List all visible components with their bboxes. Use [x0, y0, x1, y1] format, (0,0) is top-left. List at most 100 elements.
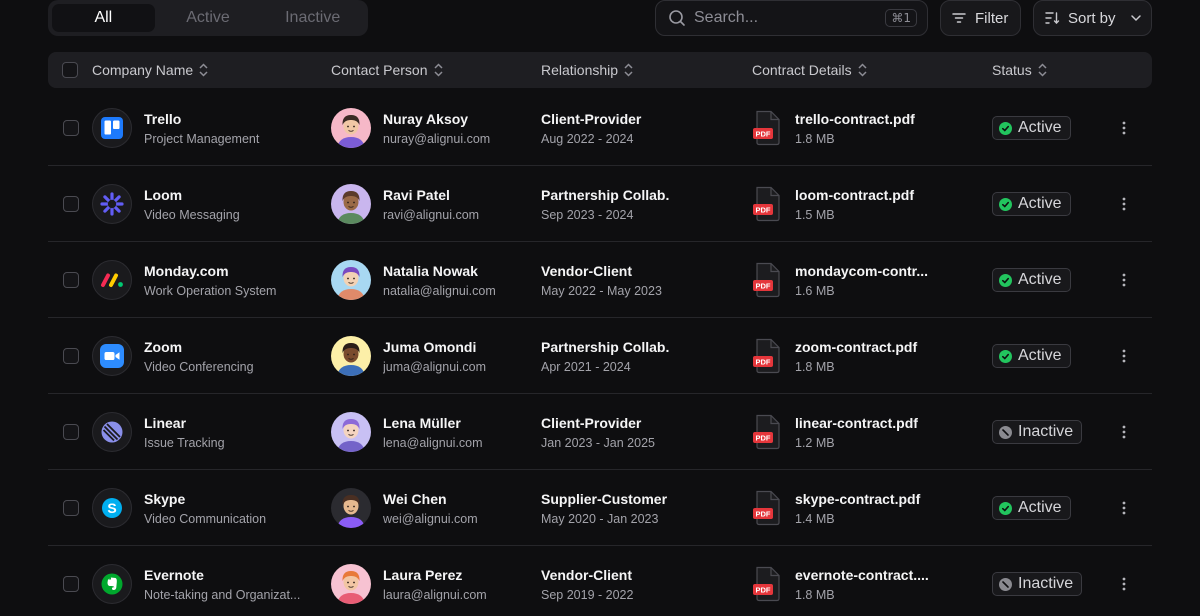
contract-cell: mondaycom-contr... 1.6 MB	[795, 262, 935, 300]
contract-file-name[interactable]: linear-contract.pdf	[795, 414, 935, 432]
relationship-type: Vendor-Client	[541, 263, 633, 279]
company-description: Issue Tracking	[144, 436, 225, 450]
more-vertical-icon	[1122, 197, 1126, 211]
relationship-cell: Client-Provider Aug 2022 - 2024	[541, 110, 731, 148]
contract-file-size: 1.8 MB	[795, 360, 835, 374]
table-row[interactable]: Evernote Note-taking and Organizat... Laur…	[48, 546, 1152, 616]
column-header-company[interactable]: Company Name	[92, 52, 208, 88]
contract-file-name[interactable]: loom-contract.pdf	[795, 186, 935, 204]
row-checkbox[interactable]	[63, 424, 79, 440]
tab-all[interactable]: All	[52, 4, 155, 32]
contact-cell: Ravi Patel ravi@alignui.com	[383, 186, 543, 224]
company-description: Note-taking and Organizat...	[144, 588, 301, 602]
contact-cell: Lena Müller lena@alignui.com	[383, 414, 543, 452]
zoom-logo-icon	[92, 336, 132, 376]
evernote-logo-icon	[92, 564, 132, 604]
contact-cell: Nuray Aksoy nuray@alignui.com	[383, 110, 543, 148]
row-checkbox[interactable]	[63, 196, 79, 212]
column-header-label: Contract Details	[752, 62, 852, 78]
sort-arrows-icon	[199, 63, 208, 77]
search-shortcut: ⌘1	[885, 9, 917, 27]
row-checkbox[interactable]	[63, 576, 79, 592]
table-row[interactable]: S Skype Video Communication Wei Chen wei@ali…	[48, 470, 1152, 546]
table-row[interactable]: Monday.com Work Operation System Natalia N…	[48, 242, 1152, 318]
column-header-label: Contact Person	[331, 62, 428, 78]
row-actions-button[interactable]	[1112, 194, 1136, 214]
contact-email[interactable]: lena@alignui.com	[383, 434, 543, 452]
contact-email[interactable]: nuray@alignui.com	[383, 130, 543, 148]
pdf-file-icon[interactable]: PDF	[752, 186, 782, 222]
select-all-checkbox[interactable]	[62, 62, 78, 78]
table-row[interactable]: Linear Issue Tracking Lena Müller lena@alig…	[48, 394, 1152, 470]
row-checkbox[interactable]	[63, 120, 79, 136]
column-header-label: Company Name	[92, 62, 194, 78]
company-name: Loom	[144, 187, 183, 203]
row-actions-button[interactable]	[1112, 118, 1136, 138]
contact-email[interactable]: juma@alignui.com	[383, 358, 543, 376]
svg-text:PDF: PDF	[756, 130, 771, 139]
status-badge: Active	[992, 268, 1071, 292]
company-name: Monday.com	[144, 263, 229, 279]
contract-file-name[interactable]: skype-contract.pdf	[795, 490, 935, 508]
contact-email[interactable]: natalia@alignui.com	[383, 282, 543, 300]
relationship-cell: Supplier-Customer May 2020 - Jan 2023	[541, 490, 731, 528]
search-input[interactable]	[694, 9, 886, 27]
tab-inactive[interactable]: Inactive	[261, 4, 364, 32]
pdf-file-icon[interactable]: PDF	[752, 262, 782, 298]
pdf-file-icon[interactable]: PDF	[752, 110, 782, 146]
more-vertical-icon	[1122, 273, 1126, 287]
status-badge: Active	[992, 496, 1071, 520]
contract-cell: linear-contract.pdf 1.2 MB	[795, 414, 935, 452]
svg-text:PDF: PDF	[756, 282, 771, 291]
table-row[interactable]: Loom Video Messaging Ravi Patel ravi@alignu…	[48, 166, 1152, 242]
row-actions-button[interactable]	[1112, 498, 1136, 518]
filter-button[interactable]: Filter	[940, 0, 1021, 36]
column-header-contact[interactable]: Contact Person	[331, 52, 443, 88]
pdf-file-icon[interactable]: PDF	[752, 566, 782, 602]
status-badge: Inactive	[992, 420, 1083, 444]
table-row[interactable]: Trello Project Management Nuray Aksoy nuray…	[48, 90, 1152, 166]
avatar	[331, 412, 371, 452]
search-box[interactable]: ⌘1	[655, 0, 928, 36]
column-header-relationship[interactable]: Relationship	[541, 52, 633, 88]
status-badge: Active	[992, 192, 1071, 216]
more-vertical-icon	[1122, 121, 1126, 135]
company-description: Video Conferencing	[144, 360, 254, 374]
contract-file-size: 1.6 MB	[795, 284, 835, 298]
relationship-period: Aug 2022 - 2024	[541, 132, 634, 146]
contract-file-name[interactable]: evernote-contract....	[795, 566, 935, 584]
sort-label: Sort by	[1068, 9, 1116, 27]
company-name: Trello	[144, 111, 182, 127]
contract-file-name[interactable]: mondaycom-contr...	[795, 262, 935, 280]
active-status-icon	[999, 349, 1012, 363]
row-checkbox[interactable]	[63, 500, 79, 516]
linear-logo-icon	[92, 412, 132, 452]
active-status-icon	[999, 121, 1012, 135]
relationship-cell: Partnership Collab. Apr 2021 - 2024	[541, 338, 731, 376]
tab-active[interactable]: Active	[157, 4, 260, 32]
row-actions-button[interactable]	[1112, 270, 1136, 290]
contract-file-name[interactable]: trello-contract.pdf	[795, 110, 935, 128]
pdf-file-icon[interactable]: PDF	[752, 338, 782, 374]
column-header-contract[interactable]: Contract Details	[752, 52, 867, 88]
more-vertical-icon	[1122, 425, 1126, 439]
row-actions-button[interactable]	[1112, 422, 1136, 442]
column-header-status[interactable]: Status	[992, 52, 1047, 88]
table-row[interactable]: Zoom Video Conferencing Juma Omondi juma@al…	[48, 318, 1152, 394]
row-actions-button[interactable]	[1112, 346, 1136, 366]
contract-cell: skype-contract.pdf 1.4 MB	[795, 490, 935, 528]
row-actions-button[interactable]	[1112, 574, 1136, 594]
pdf-file-icon[interactable]: PDF	[752, 490, 782, 526]
contract-file-name[interactable]: zoom-contract.pdf	[795, 338, 935, 356]
company-cell: Trello Project Management	[144, 110, 312, 148]
contact-email[interactable]: laura@alignui.com	[383, 586, 543, 604]
pdf-file-icon[interactable]: PDF	[752, 414, 782, 450]
contact-email[interactable]: wei@alignui.com	[383, 510, 543, 528]
row-checkbox[interactable]	[63, 272, 79, 288]
relationship-type: Client-Provider	[541, 415, 642, 431]
company-name: Zoom	[144, 339, 183, 355]
row-checkbox[interactable]	[63, 348, 79, 364]
relationship-type: Partnership Collab.	[541, 339, 670, 355]
sort-button[interactable]: Sort by	[1033, 0, 1152, 36]
contact-email[interactable]: ravi@alignui.com	[383, 206, 543, 224]
